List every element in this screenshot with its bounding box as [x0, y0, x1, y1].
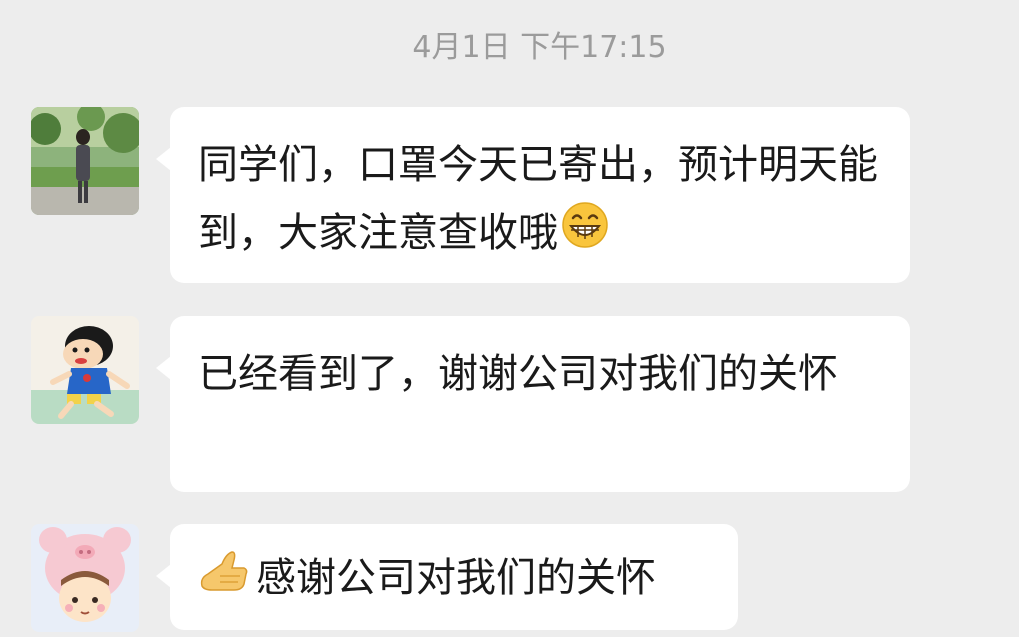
grin-emoji-icon — [560, 200, 610, 271]
message-bubble[interactable]: 感谢公司对我们的关怀 — [156, 524, 738, 630]
message-bubble[interactable]: 已经看到了，谢谢公司对我们的关怀 — [156, 316, 910, 492]
girl-photo-avatar-icon[interactable] — [31, 107, 139, 215]
message-text: 已经看到了，谢谢公司对我们的关怀 — [198, 351, 838, 397]
message-text: 同学们，口罩今天已寄出，预计明天能到，大家注意查收哦 — [198, 142, 878, 256]
cartoon-pig-hat-girl-avatar-icon[interactable] — [31, 524, 139, 632]
thumb-up-hand-emoji-icon — [198, 546, 250, 615]
message-text: 感谢公司对我们的关怀 — [256, 555, 656, 601]
crayon-shinchan-avatar-icon[interactable] — [31, 316, 139, 424]
chat-timestamp: 4月1日 下午17:15 — [412, 30, 667, 65]
message-bubble[interactable]: 同学们，口罩今天已寄出，预计明天能到，大家注意查收哦 — [156, 107, 910, 283]
